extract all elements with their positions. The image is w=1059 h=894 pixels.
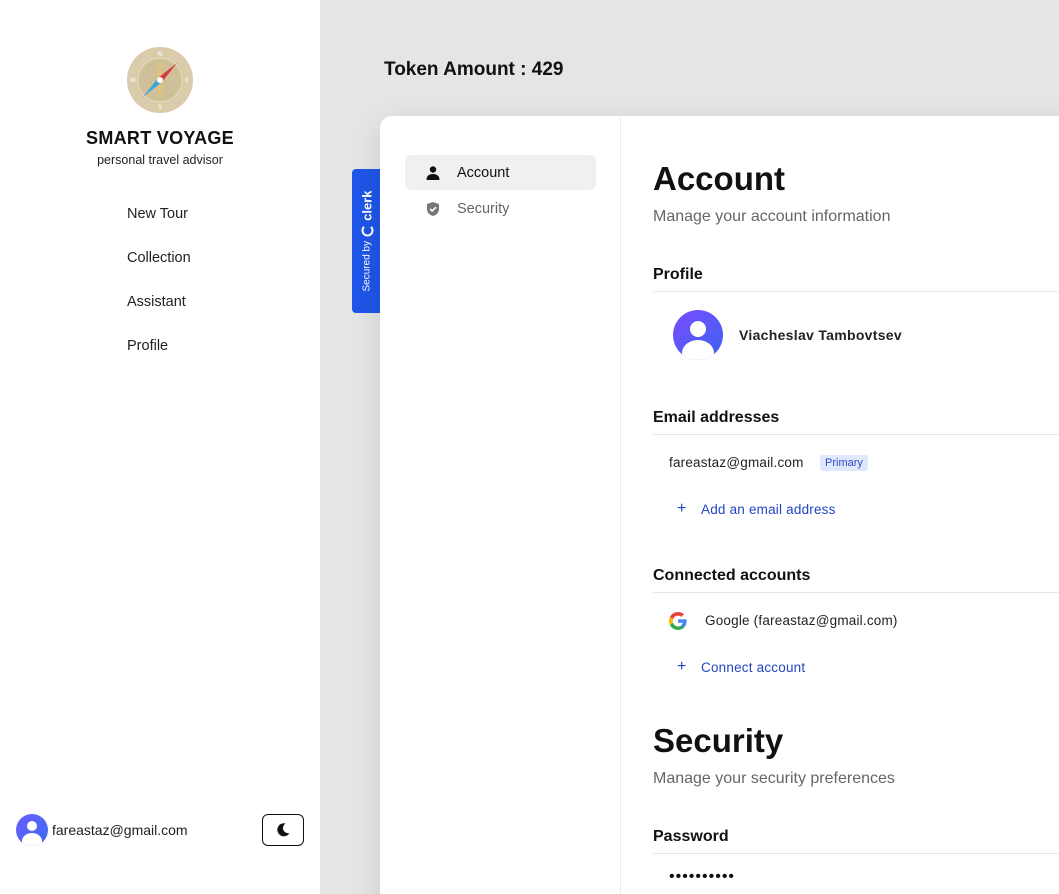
svg-text:W: W [130, 77, 136, 84]
token-amount: Token Amount : 429 [384, 59, 564, 80]
secured-by-label: Secured by [361, 240, 373, 292]
clerk-secured-badge[interactable]: Secured by clerk [352, 169, 382, 313]
security-subtitle: Manage your security preferences [653, 770, 895, 787]
svg-text:E: E [185, 77, 189, 84]
tab-account-label: Account [457, 164, 510, 181]
divider [653, 853, 1059, 854]
divider [653, 291, 1059, 292]
account-nav: Account Security [380, 116, 621, 894]
divider [653, 592, 1059, 593]
add-email-label: Add an email address [701, 501, 836, 517]
primary-badge: Primary [820, 455, 868, 471]
user-chip[interactable]: fareastaz@gmail.com [16, 814, 188, 846]
plus-icon: + [677, 500, 687, 517]
user-email: fareastaz@gmail.com [52, 822, 188, 838]
user-profile-card: Account Security Account Manage your acc… [380, 116, 1059, 894]
tab-security-label: Security [457, 200, 510, 217]
shield-icon [424, 200, 442, 218]
profile-name[interactable]: Viacheslav Tambovtsev [739, 327, 902, 343]
nav-collection[interactable]: Collection [127, 248, 191, 292]
brand-subtitle: personal travel advisor [97, 153, 223, 167]
sidebar: N S E W SMART VOYAGE personal travel adv… [0, 0, 320, 894]
nav-new-tour[interactable]: New Tour [127, 204, 191, 248]
profile-avatar[interactable] [673, 310, 723, 360]
password-section-title: Password [653, 828, 729, 845]
google-account[interactable]: Google (fareastaz@gmail.com) [705, 613, 898, 628]
connect-account-label: Connect account [701, 659, 806, 675]
brand-title: SMART VOYAGE [86, 128, 234, 148]
connect-account-button[interactable]: + Connect account [677, 658, 805, 676]
plus-icon: + [677, 658, 687, 675]
email-section-title: Email addresses [653, 409, 780, 426]
profile-section-title: Profile [653, 266, 703, 283]
google-icon [669, 612, 687, 630]
moon-icon [277, 823, 290, 837]
clerk-brand: clerk [359, 190, 375, 221]
clerk-logo-icon [361, 224, 373, 237]
tab-security[interactable]: Security [405, 191, 596, 226]
nav-profile[interactable]: Profile [127, 336, 191, 380]
avatar [16, 814, 48, 846]
add-email-button[interactable]: + Add an email address [677, 500, 836, 518]
user-icon [424, 164, 442, 182]
theme-toggle-button[interactable] [262, 814, 304, 846]
security-title: Security [653, 722, 784, 759]
divider [653, 434, 1059, 435]
account-title: Account [653, 160, 785, 197]
sidebar-nav: New Tour Collection Assistant Profile [127, 204, 191, 380]
password-value[interactable]: •••••••••• [669, 868, 735, 886]
compass-logo: N S E W [127, 47, 193, 113]
tab-account[interactable]: Account [405, 155, 596, 190]
svg-text:N: N [158, 51, 163, 58]
nav-assistant[interactable]: Assistant [127, 292, 191, 336]
account-subtitle: Manage your account information [653, 208, 891, 225]
connected-accounts-title: Connected accounts [653, 567, 811, 584]
svg-text:S: S [158, 104, 162, 111]
email-address[interactable]: fareastaz@gmail.com [669, 455, 804, 470]
